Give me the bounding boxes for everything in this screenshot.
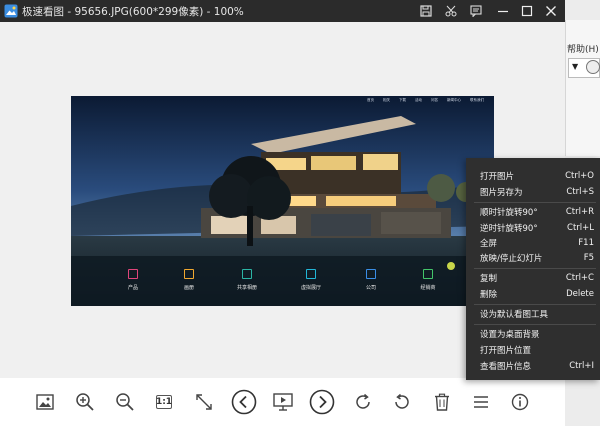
showroom-icon: [306, 269, 316, 279]
context-menu: 打开图片 Ctrl+O 图片另存为 Ctrl+S 顺时针旋转90° Ctrl+R 逆时…: [466, 158, 600, 380]
minimize-icon[interactable]: [495, 3, 511, 19]
menu-item-fullscreen[interactable]: 全屏 F11: [480, 235, 594, 251]
comment-icon[interactable]: [468, 3, 484, 19]
menu-item-set-default-viewer[interactable]: 设为默认看图工具: [480, 306, 594, 322]
menu-item-open-image[interactable]: 打开图片 Ctrl+O: [480, 168, 594, 184]
menu-item-shortcut: Ctrl+S: [566, 187, 594, 197]
menu-item-label: 打开图片: [480, 172, 515, 182]
menu-item-label: 全屏: [480, 239, 498, 249]
category-label: 经销商: [420, 285, 436, 291]
category-label: 共享相册: [236, 285, 257, 291]
delete-icon[interactable]: [431, 391, 453, 413]
menu-item-shortcut: Delete: [566, 289, 594, 299]
menu-item-rotate-clockwise[interactable]: 顺时针旋转90° Ctrl+R: [480, 204, 594, 220]
menu-separator: [474, 268, 596, 269]
menu-item-shortcut: F11: [578, 238, 594, 248]
photo-category: 经销商: [408, 269, 448, 291]
menu-item-open-location[interactable]: 打开图片位置: [480, 342, 594, 358]
menu-item-label: 逆时针旋转90°: [480, 224, 538, 234]
menu-item-shortcut: F5: [583, 253, 594, 263]
category-label: 虚拟展厅: [300, 285, 321, 291]
company-icon: [366, 269, 376, 279]
site-nav-item: 下载: [399, 98, 406, 102]
background-help-menu[interactable]: 帮助(H): [567, 42, 599, 55]
menu-item-shortcut: Ctrl+I: [569, 361, 594, 371]
site-nav-item: 相关: [383, 98, 390, 102]
window-title: 极速看图 - 95656.JPG(600*299像素) - 100%: [22, 6, 244, 18]
menu-separator: [474, 324, 596, 325]
menu-item-label: 放映/停止幻灯片: [480, 254, 543, 264]
menu-separator: [474, 202, 596, 203]
menu-item-label: 设置为桌面背景: [480, 330, 540, 340]
menu-item-shortcut: Ctrl+O: [565, 171, 594, 181]
dealer-icon: [423, 269, 433, 279]
menu-item-delete[interactable]: 删除 Delete: [480, 286, 594, 302]
menu-item-slideshow[interactable]: 放映/停止幻灯片 F5: [480, 250, 594, 266]
shared-album-icon: [242, 269, 252, 279]
clock-icon: [586, 60, 600, 74]
cursor-dot: [447, 262, 455, 270]
image-viewer-app: 帮助(H) ▼ 极速看图 - 95656.JPG(600*299像素) - 10…: [0, 0, 600, 426]
menu-item-save-as[interactable]: 图片另存为 Ctrl+S: [480, 184, 594, 200]
info-icon[interactable]: [509, 391, 531, 413]
rotate-clockwise-icon[interactable]: [352, 391, 374, 413]
photo-category: 虚拟展厅: [291, 269, 331, 291]
rotate-counterclockwise-icon[interactable]: [391, 391, 413, 413]
menu-item-label: 查看图片信息: [480, 362, 532, 372]
site-nav-item: 联系我们: [470, 98, 484, 102]
slideshow-icon[interactable]: [272, 391, 294, 413]
fullscreen-icon[interactable]: [193, 391, 215, 413]
dropdown-arrow-icon: ▼: [572, 62, 579, 71]
menu-item-label: 删除: [480, 290, 498, 300]
close-icon[interactable]: [543, 3, 559, 19]
site-nav-item: 新闻中心: [447, 98, 461, 102]
next-icon[interactable]: [309, 389, 335, 415]
bottom-toolbar: 1:1: [0, 378, 565, 426]
photo-category: 画册: [169, 269, 209, 291]
photo-category: 共享相册: [227, 269, 267, 291]
image-icon[interactable]: [34, 391, 56, 413]
actual-size-icon[interactable]: 1:1: [153, 391, 175, 413]
displayed-image[interactable]: 首页 相关 下载 活动 问答 新闻中心 联系我们 产品 画册 共享相册 虚拟展厅…: [71, 96, 494, 306]
menu-item-shortcut: Ctrl+C: [565, 273, 594, 283]
category-label: 产品: [127, 285, 138, 291]
menu-item-image-info[interactable]: 查看图片信息 Ctrl+I: [480, 358, 594, 374]
menu-item-rotate-counterclockwise[interactable]: 逆时针旋转90° Ctrl+L: [480, 220, 594, 236]
menu-item-label: 顺时针旋转90°: [480, 208, 538, 218]
zoom-out-icon[interactable]: [114, 391, 136, 413]
photo-category: 公司: [351, 269, 391, 291]
category-label: 画册: [183, 285, 194, 291]
menu-separator: [474, 304, 596, 305]
menu-item-shortcut: Ctrl+R: [565, 207, 594, 217]
site-nav: 首页 相关 下载 活动 问答 新闻中心 联系我们: [367, 98, 484, 103]
menu-item-shortcut: Ctrl+L: [567, 223, 594, 233]
maximize-icon[interactable]: [519, 3, 535, 19]
app-logo-icon: [4, 4, 18, 18]
album-icon: [184, 269, 194, 279]
previous-icon[interactable]: [231, 389, 257, 415]
background-window: [565, 20, 600, 156]
menu-item-set-wallpaper[interactable]: 设置为桌面背景: [480, 326, 594, 342]
site-nav-item: 活动: [415, 98, 422, 102]
site-nav-item: 首页: [367, 98, 374, 102]
background-dropdown-button[interactable]: ▼: [568, 58, 600, 78]
menu-item-copy[interactable]: 复制 Ctrl+C: [480, 270, 594, 286]
site-nav-item: 问答: [431, 98, 438, 102]
zoom-in-icon[interactable]: [74, 391, 96, 413]
menu-icon[interactable]: [470, 391, 492, 413]
title-bar: 极速看图 - 95656.JPG(600*299像素) - 100%: [0, 0, 565, 22]
category-label: 公司: [365, 285, 376, 291]
menu-item-label: 图片另存为: [480, 188, 523, 198]
menu-item-label: 打开图片位置: [480, 346, 532, 356]
menu-item-label: 设为默认看图工具: [480, 310, 549, 320]
product-icon: [128, 269, 138, 279]
photo-category: 产品: [113, 269, 153, 291]
save-icon[interactable]: [418, 3, 434, 19]
menu-item-label: 复制: [480, 274, 498, 284]
cut-icon[interactable]: [443, 3, 459, 19]
actual-size-label: 1:1: [155, 395, 173, 409]
